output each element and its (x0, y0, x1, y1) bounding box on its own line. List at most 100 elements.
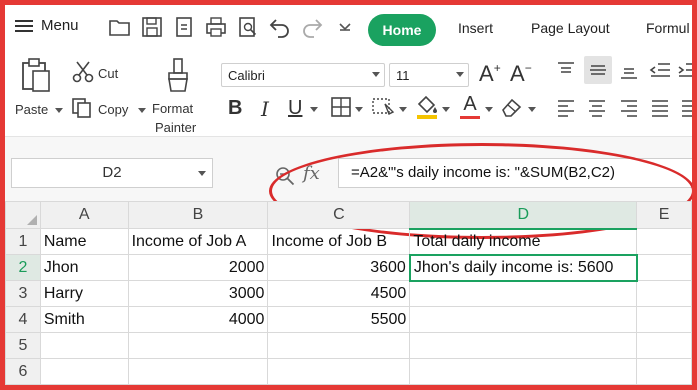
font-color-dropdown-icon[interactable] (485, 107, 493, 113)
format-painter-label-2[interactable]: Painter (155, 120, 196, 135)
row-header-1[interactable]: 1 (5, 228, 41, 255)
cell-c1[interactable]: Income of Job B (267, 228, 411, 255)
open-folder-icon[interactable] (108, 15, 132, 39)
cell-b5[interactable] (127, 332, 269, 359)
redo-icon[interactable] (300, 15, 324, 39)
font-name-select[interactable]: Calibri (221, 63, 385, 87)
font-size-select[interactable]: 11 (389, 63, 469, 87)
row-header-5[interactable]: 5 (5, 332, 41, 359)
cell-d2-selected[interactable]: Jhon's daily income is: 5600 (408, 253, 638, 282)
decrease-indent-icon[interactable] (649, 61, 671, 79)
cell-e1[interactable] (636, 228, 692, 255)
tab-insert[interactable]: Insert (458, 20, 493, 36)
column-header-b[interactable]: B (127, 201, 269, 229)
fill-color-icon[interactable] (415, 94, 439, 120)
align-center-icon[interactable] (587, 98, 607, 118)
cell-a2[interactable]: Jhon (39, 254, 129, 281)
menu-button[interactable]: Menu (15, 17, 79, 34)
column-header-a[interactable]: A (39, 201, 129, 229)
increase-font-size-icon[interactable]: A+ (479, 61, 501, 87)
cell-d3[interactable] (409, 280, 638, 307)
paste-dropdown-icon[interactable] (55, 108, 63, 114)
distributed-align-icon[interactable] (680, 98, 692, 118)
clear-dropdown-icon[interactable] (528, 107, 536, 113)
save-icon[interactable] (140, 15, 164, 39)
underline-dropdown-icon[interactable] (310, 107, 318, 113)
row-header-6[interactable]: 6 (5, 358, 41, 385)
align-middle-icon[interactable] (584, 56, 612, 84)
customize-toolbar-icon[interactable] (333, 15, 357, 39)
cell-c5[interactable] (267, 332, 411, 359)
borders-dropdown-icon[interactable] (355, 107, 363, 113)
cell-c2[interactable]: 3600 (267, 254, 411, 281)
column-header-e[interactable]: E (636, 201, 692, 229)
cell-a4[interactable]: Smith (39, 306, 129, 333)
cell-e3[interactable] (636, 280, 692, 307)
cell-a6[interactable] (39, 358, 129, 385)
cell-style-dropdown-icon[interactable] (399, 107, 407, 113)
cell-b4[interactable]: 4000 (127, 306, 269, 333)
bold-icon[interactable]: B (228, 97, 242, 120)
row-header-4[interactable]: 4 (5, 306, 41, 333)
column-header-d[interactable]: D (409, 201, 638, 230)
name-box[interactable]: D2 (11, 158, 213, 188)
tab-home[interactable]: Home (368, 14, 436, 46)
font-color-icon[interactable]: A (459, 93, 481, 119)
undo-icon[interactable] (268, 15, 292, 39)
insert-function-icon[interactable]: fx (303, 163, 320, 184)
cell-c6[interactable] (267, 358, 411, 385)
cell-e5[interactable] (636, 332, 692, 359)
scissors-icon[interactable] (71, 60, 95, 84)
select-all-corner[interactable] (5, 201, 41, 229)
worksheet-grid[interactable]: A B C D E 1 Name Income of Job A Income … (5, 201, 692, 385)
eraser-icon[interactable] (500, 96, 524, 118)
copy-button[interactable]: Copy (98, 102, 128, 117)
increase-indent-icon[interactable] (677, 61, 692, 79)
cell-c3[interactable]: 4500 (267, 280, 411, 307)
align-top-icon[interactable] (556, 61, 576, 79)
copy-icon[interactable] (71, 97, 93, 119)
align-right-icon[interactable] (619, 98, 639, 118)
underline-icon[interactable]: U (288, 97, 302, 120)
borders-icon[interactable] (330, 96, 352, 118)
italic-icon[interactable]: I (261, 97, 269, 121)
tab-page-layout[interactable]: Page Layout (531, 20, 610, 36)
cell-e2[interactable] (636, 254, 692, 281)
export-pdf-icon[interactable] (172, 15, 196, 39)
formula-input[interactable]: =A2&"'s daily income is: "&SUM(B2,C2) (338, 158, 692, 188)
paste-icon[interactable] (20, 57, 52, 93)
sheet-table[interactable]: A B C D E 1 Name Income of Job A Income … (5, 201, 692, 385)
paste-button[interactable]: Paste (15, 102, 48, 117)
cell-b3[interactable]: 3000 (127, 280, 269, 307)
tab-formulas[interactable]: Formul (646, 20, 690, 36)
print-icon[interactable] (204, 15, 228, 39)
cut-button[interactable]: Cut (98, 66, 118, 81)
cell-d4[interactable] (409, 306, 638, 333)
align-bottom-icon[interactable] (619, 63, 639, 81)
cell-e6[interactable] (636, 358, 692, 385)
format-painter-label[interactable]: Format (152, 101, 193, 116)
print-preview-icon[interactable] (236, 15, 260, 39)
cell-d1[interactable]: Total daily income (409, 228, 638, 255)
row-header-3[interactable]: 3 (5, 280, 41, 307)
cell-a3[interactable]: Harry (39, 280, 129, 307)
zoom-icon[interactable] (274, 165, 296, 192)
copy-dropdown-icon[interactable] (138, 108, 146, 114)
cell-d5[interactable] (409, 332, 638, 359)
format-painter-icon[interactable] (165, 57, 191, 93)
column-header-c[interactable]: C (267, 201, 411, 229)
justify-icon[interactable] (650, 98, 670, 118)
cell-a1[interactable]: Name (39, 228, 129, 255)
row-header-2[interactable]: 2 (5, 254, 41, 281)
cell-b6[interactable] (127, 358, 269, 385)
cell-d6[interactable] (409, 358, 638, 385)
decrease-font-size-icon[interactable]: A− (510, 61, 532, 87)
cell-b1[interactable]: Income of Job A (127, 228, 269, 255)
cell-b2[interactable]: 2000 (127, 254, 269, 281)
align-left-icon[interactable] (556, 98, 576, 118)
cell-style-icon[interactable] (371, 96, 395, 118)
cell-a5[interactable] (39, 332, 129, 359)
cell-e4[interactable] (636, 306, 692, 333)
fill-color-dropdown-icon[interactable] (442, 107, 450, 113)
cell-c4[interactable]: 5500 (267, 306, 411, 333)
